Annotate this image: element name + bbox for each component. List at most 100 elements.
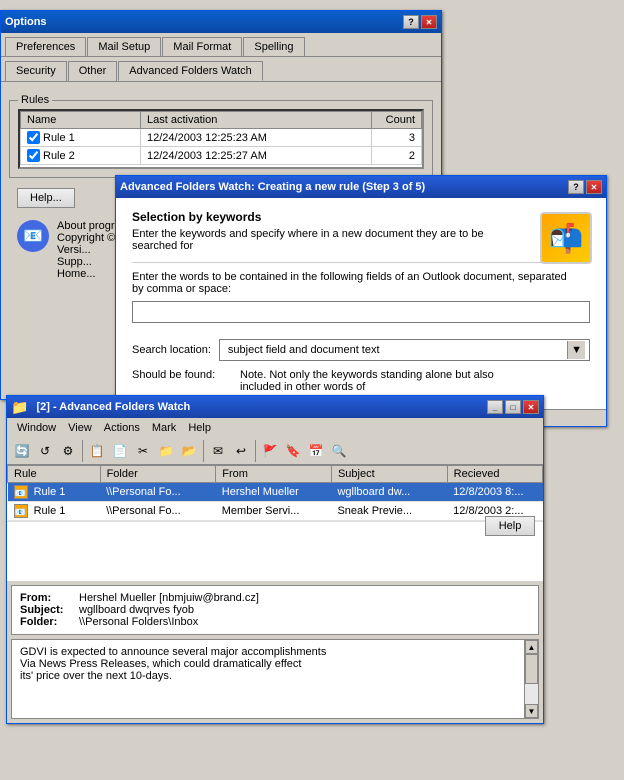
options-title-bar: Options ? ✕ xyxy=(1,11,441,33)
scrollbar-thumb[interactable] xyxy=(525,654,538,684)
col-name[interactable]: Name xyxy=(21,112,141,129)
rule-2-name: Rule 2 xyxy=(21,147,141,165)
folder-label: Folder: xyxy=(20,616,75,628)
rule-2-checkbox[interactable] xyxy=(27,149,40,162)
search-location-label: Search location: xyxy=(132,344,211,356)
toolbar-flag-btn[interactable]: 🚩 xyxy=(259,440,281,462)
col-subject[interactable]: Subject xyxy=(331,466,447,483)
main-close-btn[interactable]: ✕ xyxy=(523,400,539,414)
email-row-2[interactable]: 📧 Rule 1 \\Personal Fo... Member Servi..… xyxy=(8,502,543,521)
toolbar-refresh1-btn[interactable]: 🔄 xyxy=(11,440,33,462)
col-from[interactable]: From xyxy=(216,466,332,483)
main-window: 📁 [2] - Advanced Folders Watch _ □ ✕ Win… xyxy=(6,395,544,724)
rules-groupbox: Rules Name Last activation Count xyxy=(9,100,433,178)
options-help-button[interactable]: ? xyxy=(403,15,419,29)
wizard-body: 📬 Selection by keywords Enter the keywor… xyxy=(116,198,606,409)
email-list-blank-area xyxy=(7,521,543,581)
wizard-title-bar: Advanced Folders Watch: Creating a new r… xyxy=(116,176,606,198)
rule-row-2[interactable]: Rule 2 12/24/2003 12:25:27 AM 2 xyxy=(21,147,422,165)
toolbar-settings-btn[interactable]: ⚙ xyxy=(57,440,79,462)
main-minimize-btn[interactable]: _ xyxy=(487,400,503,414)
wizard-close-btn[interactable]: ✕ xyxy=(586,180,602,194)
col-rule[interactable]: Rule xyxy=(8,466,101,483)
toolbar-paste-btn[interactable]: 📁 xyxy=(155,440,177,462)
search-location-dropdown[interactable]: subject field and document text ▼ xyxy=(219,339,590,361)
menu-window[interactable]: Window xyxy=(11,420,62,436)
main-title: [2] - Advanced Folders Watch xyxy=(36,401,190,413)
menu-view[interactable]: View xyxy=(62,420,98,436)
toolbar-copy2-btn[interactable]: 📄 xyxy=(109,440,131,462)
main-maximize-btn[interactable]: □ xyxy=(505,400,521,414)
wizard-title: Advanced Folders Watch: Creating a new r… xyxy=(120,181,425,193)
menu-mark[interactable]: Mark xyxy=(146,420,182,436)
toolbar-refresh2-btn[interactable]: ↺ xyxy=(34,440,56,462)
help-button[interactable]: Help... xyxy=(17,188,75,208)
toolbar-copy1-btn[interactable]: 📋 xyxy=(86,440,108,462)
main-title-bar: 📁 [2] - Advanced Folders Watch _ □ ✕ xyxy=(7,396,543,418)
email-list-container: Rule Folder From Subject Recieved 📧 Rule… xyxy=(7,465,543,521)
folder-value: \\Personal Folders\Inbox xyxy=(79,616,198,628)
options-close-button[interactable]: ✕ xyxy=(421,15,437,29)
should-be-found-row: Should be found: Note. Not only the keyw… xyxy=(132,369,590,393)
col-received[interactable]: Recieved xyxy=(447,466,542,483)
detail-from-row: From: Hershel Mueller [nbmjuiw@brand.cz] xyxy=(20,592,530,604)
scrollbar-down-btn[interactable]: ▼ xyxy=(525,704,538,718)
email-body-text: GDVI is expected to announce several maj… xyxy=(20,646,518,682)
email-row-1[interactable]: 📧 Rule 1 \\Personal Fo... Hershel Muelle… xyxy=(8,483,543,502)
email-2-rule: 📧 Rule 1 xyxy=(8,502,101,521)
email-1-icon: 📧 xyxy=(14,485,28,499)
about-icon: 📧 xyxy=(17,220,49,252)
rule-1-checkbox[interactable] xyxy=(27,131,40,144)
toolbar-move-btn[interactable]: 📂 xyxy=(178,440,200,462)
toolbar-sep3 xyxy=(255,440,256,462)
email-detail-panel: From: Hershel Mueller [nbmjuiw@brand.cz]… xyxy=(11,585,539,635)
rules-table-area: Name Last activation Count Rule 1 xyxy=(18,109,424,169)
tab-preferences[interactable]: Preferences xyxy=(5,37,86,56)
col-folder[interactable]: Folder xyxy=(100,466,216,483)
rules-table: Name Last activation Count Rule 1 xyxy=(20,111,422,165)
wizard-header-icon: 📬 xyxy=(540,212,592,264)
email-list-header: Rule Folder From Subject Recieved xyxy=(8,466,543,483)
tab-security[interactable]: Security xyxy=(5,61,67,81)
search-location-value: subject field and document text xyxy=(224,344,567,356)
toolbar-forward-btn[interactable]: ✉ xyxy=(207,440,229,462)
wizard-keywords-input[interactable] xyxy=(132,301,590,323)
col-last-activation[interactable]: Last activation xyxy=(141,112,372,129)
wizard-help-btn[interactable]: ? xyxy=(568,180,584,194)
email-1-subject: wgllboard dw... xyxy=(331,483,447,502)
menu-help[interactable]: Help xyxy=(182,420,217,436)
toolbar-calendar-btn[interactable]: 📅 xyxy=(305,440,327,462)
tab-mail-format[interactable]: Mail Format xyxy=(162,37,242,56)
main-help-button[interactable]: Help xyxy=(485,516,535,536)
rule-row-1[interactable]: Rule 1 12/24/2003 12:25:23 AM 3 xyxy=(21,129,422,147)
toolbar-reply-btn[interactable]: ↩ xyxy=(230,440,252,462)
wizard-section-header: Selection by keywords xyxy=(132,210,590,224)
rule-2-activation: 12/24/2003 12:25:27 AM xyxy=(141,147,372,165)
toolbar-sep1 xyxy=(82,440,83,462)
dropdown-arrow-icon: ▼ xyxy=(567,341,585,359)
rules-legend: Rules xyxy=(18,94,52,106)
wizard-separator xyxy=(132,262,590,263)
col-count[interactable]: Count xyxy=(372,112,422,129)
email-1-received: 12/8/2003 8:... xyxy=(447,483,542,502)
should-be-found-label: Should be found: xyxy=(132,369,232,393)
from-label: From: xyxy=(20,592,75,604)
tab-spelling[interactable]: Spelling xyxy=(243,37,304,56)
rule-1-name: Rule 1 xyxy=(21,129,141,147)
main-window-icon: 📁 xyxy=(11,399,28,416)
scrollbar-up-btn[interactable]: ▲ xyxy=(525,640,538,654)
tab-mail-setup[interactable]: Mail Setup xyxy=(87,37,161,56)
subject-label: Subject: xyxy=(20,604,75,616)
toolbar-unflag-btn[interactable]: 🔖 xyxy=(282,440,304,462)
rule-2-count: 2 xyxy=(372,147,422,165)
toolbar-delete-btn[interactable]: ✂ xyxy=(132,440,154,462)
email-1-rule: 📧 Rule 1 xyxy=(8,483,101,502)
tab-advanced-folders-watch[interactable]: Advanced Folders Watch xyxy=(118,61,262,81)
toolbar-filter-btn[interactable]: 🔍 xyxy=(328,440,350,462)
toolbar-sep2 xyxy=(203,440,204,462)
menu-actions[interactable]: Actions xyxy=(98,420,146,436)
email-2-folder: \\Personal Fo... xyxy=(100,502,216,521)
email-1-folder: \\Personal Fo... xyxy=(100,483,216,502)
tab-other[interactable]: Other xyxy=(68,61,118,81)
email-body-scrollbar[interactable]: ▲ ▼ xyxy=(524,640,538,718)
